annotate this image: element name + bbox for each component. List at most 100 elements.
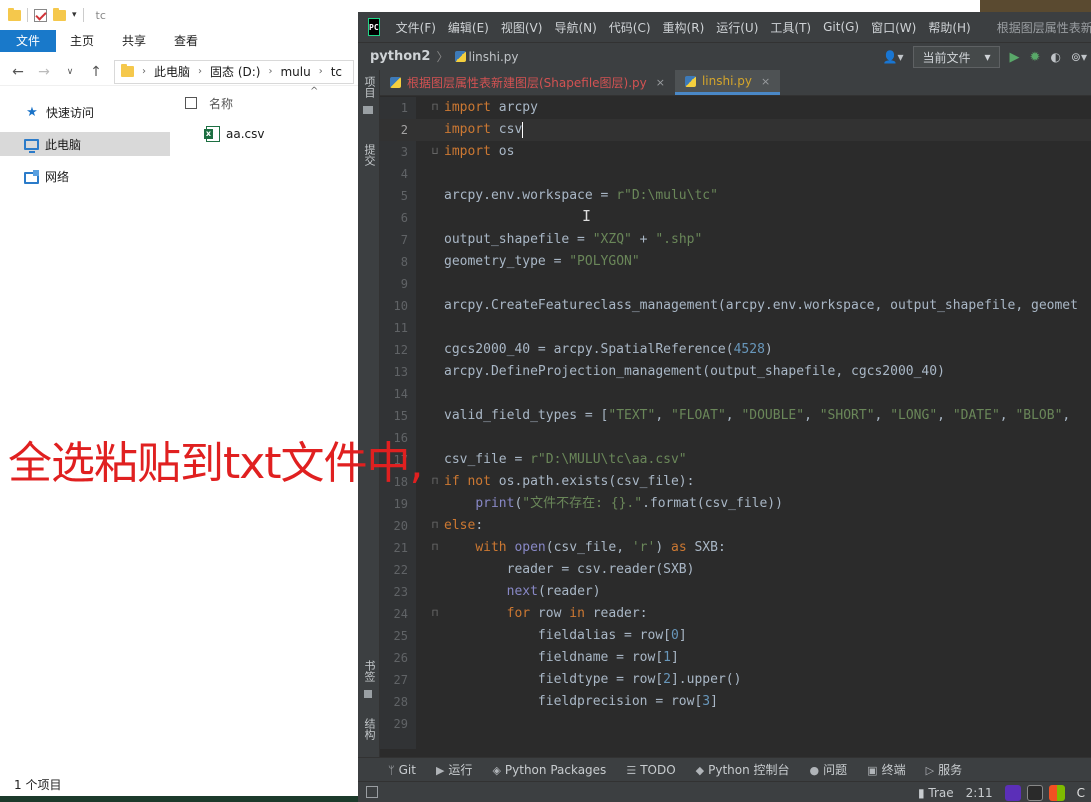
tab-linshi[interactable]: linshi.py ×: [674, 70, 781, 95]
tool-run[interactable]: ▶ 运行: [436, 761, 472, 778]
pycharm-logo-icon[interactable]: PC: [368, 18, 380, 36]
code-line[interactable]: 29: [380, 713, 1091, 735]
code-line[interactable]: 27 fieldtype = row[2].upper(): [380, 669, 1091, 691]
windows-icon[interactable]: [1048, 784, 1065, 801]
tool-project[interactable]: 项目: [361, 76, 377, 98]
code-line[interactable]: 17 csv_file = r"D:\MULU\tc\aa.csv": [380, 449, 1091, 471]
code-editor[interactable]: 1 ⊓ import arcpy 2 import csv 3 ⊔ import os 4 5 ar…: [380, 97, 1091, 749]
breadcrumb-tc[interactable]: tc: [331, 65, 342, 79]
code-line[interactable]: 21 ⊓ with open(csv_file, 'r') as SXB:: [380, 537, 1091, 559]
column-header-name[interactable]: 名称: [209, 95, 233, 112]
breadcrumb-mulu[interactable]: mulu: [280, 65, 310, 79]
code-line[interactable]: 2 import csv: [380, 119, 1091, 141]
breadcrumb-drive[interactable]: 固态 (D:): [210, 63, 260, 80]
close-icon[interactable]: ×: [761, 75, 770, 88]
coverage-icon[interactable]: ◐: [1050, 50, 1060, 64]
quick-access-dropdown-icon[interactable]: ▾: [72, 10, 77, 20]
menu-git[interactable]: Git(G): [823, 20, 859, 34]
nav-item-network[interactable]: 网络: [0, 164, 170, 188]
breadcrumb-file[interactable]: linshi.py: [469, 50, 519, 64]
code-line[interactable]: 24 ⊓ for row in reader:: [380, 603, 1091, 625]
nav-item-this-pc[interactable]: 此电脑: [0, 132, 170, 156]
profile-icon[interactable]: ⊚▾: [1071, 50, 1087, 64]
code-line[interactable]: 3 ⊔ import os: [380, 141, 1091, 163]
menu-code[interactable]: 代码(C): [609, 19, 651, 36]
close-icon[interactable]: ×: [656, 76, 665, 89]
app-icon[interactable]: [1004, 784, 1021, 801]
tool-todo[interactable]: ☰ TODO: [626, 763, 675, 777]
code-line[interactable]: 7 output_shapefile = "XZQ" + ".shp": [380, 229, 1091, 251]
up-arrow-icon[interactable]: ↑: [88, 64, 104, 80]
list-item[interactable]: aa.csv: [182, 122, 358, 146]
code-line[interactable]: 18 ⊓ if not os.path.exists(csv_file):: [380, 471, 1091, 493]
menu-tools[interactable]: 工具(T): [770, 19, 811, 36]
code-line[interactable]: 28 fieldprecision = row[3]: [380, 691, 1091, 713]
tool-bookmarks[interactable]: 书签: [361, 660, 377, 682]
code-line[interactable]: 6: [380, 207, 1091, 229]
breadcrumb-project[interactable]: python2: [370, 49, 430, 64]
ribbon-tab-view[interactable]: 查看: [160, 30, 212, 52]
user-icon[interactable]: 👤▾: [883, 50, 904, 64]
code-line[interactable]: 10 arcpy.CreateFeatureclass_management(ar…: [380, 295, 1091, 317]
debug-icon[interactable]: ✹: [1030, 50, 1041, 65]
code-line[interactable]: 13 arcpy.DefineProjection_management(outp…: [380, 361, 1091, 383]
code-line[interactable]: 16: [380, 427, 1091, 449]
address-bar[interactable]: › 此电脑 › 固态 (D:) › mulu › tc: [114, 59, 354, 84]
ribbon-tab-home[interactable]: 主页: [56, 30, 108, 52]
fold-marker-icon[interactable]: ⊓: [432, 537, 438, 559]
code-line[interactable]: 4: [380, 163, 1091, 185]
select-all-checkbox[interactable]: [185, 97, 197, 109]
tool-terminal[interactable]: ▣ 终端: [867, 761, 905, 778]
code-line[interactable]: 19 print("文件不存在: {}.".format(csv_file)): [380, 493, 1091, 515]
menu-navigate[interactable]: 导航(N): [554, 19, 596, 36]
tool-services[interactable]: ▷ 服务: [926, 761, 962, 778]
menu-window[interactable]: 窗口(W): [871, 19, 916, 36]
fold-marker-icon[interactable]: ⊓: [432, 97, 438, 119]
code-line[interactable]: 23 next(reader): [380, 581, 1091, 603]
code-line[interactable]: 11: [380, 317, 1091, 339]
recent-dropdown-icon[interactable]: ∨: [62, 67, 78, 77]
nav-item-quick-access[interactable]: ★ 快速访问: [0, 100, 170, 124]
fold-marker-icon[interactable]: ⊔: [432, 141, 438, 163]
tool-windows-toggle-icon[interactable]: [366, 786, 378, 798]
menu-help[interactable]: 帮助(H): [928, 19, 970, 36]
code-line[interactable]: 12 cgcs2000_40 = arcpy.SpatialReference(4…: [380, 339, 1091, 361]
fold-marker-icon[interactable]: ⊓: [432, 603, 438, 625]
breadcrumb-this-pc[interactable]: 此电脑: [154, 63, 190, 80]
tab-shapefile-script[interactable]: 根据图层属性表新建图层(Shapefile图层).py ×: [380, 70, 675, 95]
fold-marker-icon[interactable]: ⊓: [432, 471, 438, 493]
code-line[interactable]: 15 valid_field_types = ["TEXT", "FLOAT", …: [380, 405, 1091, 427]
menu-view[interactable]: 视图(V): [501, 19, 543, 36]
new-folder-icon[interactable]: [53, 7, 66, 21]
code-line[interactable]: 26 fieldname = row[1]: [380, 647, 1091, 669]
code-line[interactable]: 9: [380, 273, 1091, 295]
run-configuration-select[interactable]: 当前文件 ▾: [913, 46, 1000, 68]
menu-file[interactable]: 文件(F): [396, 19, 436, 36]
fold-marker-icon[interactable]: ⊓: [432, 515, 438, 537]
code-line[interactable]: 5 arcpy.env.workspace = r"D:\mulu\tc": [380, 185, 1091, 207]
app-icon[interactable]: [1026, 784, 1043, 801]
code-line[interactable]: 8 geometry_type = "POLYGON": [380, 251, 1091, 273]
code-line[interactable]: 25 fieldalias = row[0]: [380, 625, 1091, 647]
code-line[interactable]: 14: [380, 383, 1091, 405]
tool-git[interactable]: ᛘ Git: [388, 763, 416, 777]
run-icon[interactable]: ▶: [1010, 50, 1020, 65]
menu-edit[interactable]: 编辑(E): [448, 19, 489, 36]
code-line[interactable]: 1 ⊓ import arcpy: [380, 97, 1091, 119]
code-line[interactable]: 22 reader = csv.reader(SXB): [380, 559, 1091, 581]
ime-indicator[interactable]: ▮ Trae: [918, 786, 954, 800]
tool-commit[interactable]: 提交: [361, 144, 377, 166]
ime-mode[interactable]: C: [1077, 786, 1085, 800]
menu-refactor[interactable]: 重构(R): [663, 19, 705, 36]
menu-run[interactable]: 运行(U): [716, 19, 758, 36]
tool-python-packages[interactable]: ◈ Python Packages: [492, 763, 606, 777]
properties-check-icon[interactable]: [34, 8, 47, 22]
tool-problems[interactable]: ● 问题: [810, 761, 848, 778]
ribbon-tab-file[interactable]: 文件: [0, 30, 57, 52]
tool-python-console[interactable]: ◆ Python 控制台: [696, 761, 790, 778]
tool-structure[interactable]: 结构: [361, 718, 377, 740]
ribbon-tab-share[interactable]: 共享: [108, 30, 160, 52]
forward-arrow-icon[interactable]: →: [36, 64, 52, 80]
back-arrow-icon[interactable]: ←: [10, 64, 26, 80]
code-line[interactable]: 20 ⊓ else:: [380, 515, 1091, 537]
